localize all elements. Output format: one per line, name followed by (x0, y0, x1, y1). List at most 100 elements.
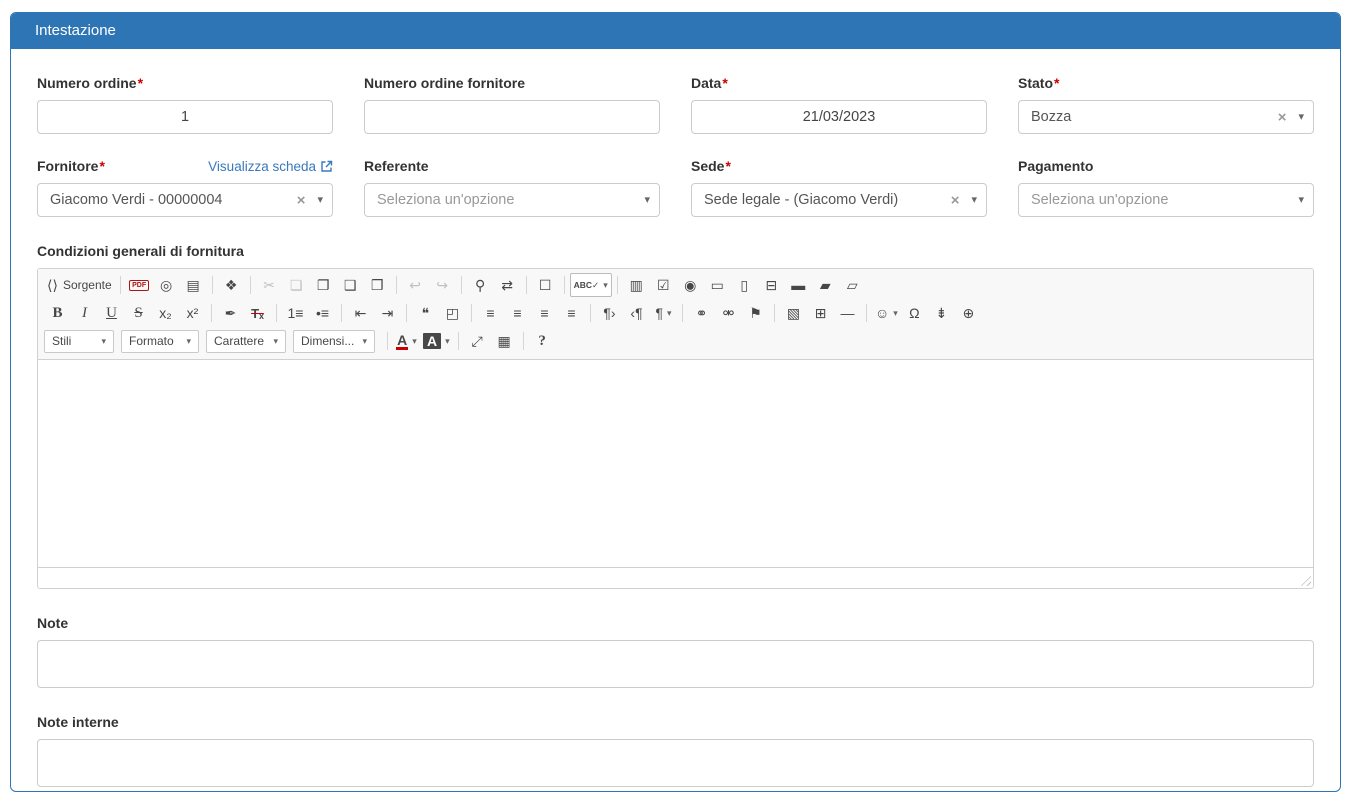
templates-icon[interactable]: ❖ (218, 273, 245, 297)
table-icon[interactable]: ⊞ (807, 301, 834, 325)
toolbar-separator (212, 276, 213, 294)
bidi-ltr-icon[interactable]: ¶› (596, 301, 623, 325)
div-container-icon[interactable]: ◰ (439, 301, 466, 325)
rich-text-editor: ⟨⟩SorgentePDF◎▤❖✂❏❐❑❒↩↪⚲⇄☐ABC✓▾▥☑◉▭▯⊟▬▰▱… (37, 268, 1314, 589)
align-right-icon[interactable]: ≡ (531, 301, 558, 325)
bulleted-list-icon[interactable]: •≡ (309, 301, 336, 325)
referente-select[interactable]: Seleziona un'opzione ▾ (364, 183, 660, 217)
align-center-icon[interactable]: ≡ (504, 301, 531, 325)
spellcheck-button[interactable]: ABC✓▾ (570, 273, 612, 297)
italic-icon[interactable]: I (71, 301, 98, 325)
blockquote-icon[interactable]: ❝ (412, 301, 439, 325)
align-left-icon[interactable]: ≡ (477, 301, 504, 325)
decrease-indent-icon[interactable]: ⇤ (347, 301, 374, 325)
numero-ordine-input[interactable] (37, 100, 333, 134)
page: Intestazione Numero ordine* Numero ordin… (0, 0, 1351, 804)
note-textarea[interactable] (37, 640, 1314, 688)
stato-select[interactable]: Bozza × ▾ (1018, 100, 1314, 134)
toolbar-separator (866, 304, 867, 322)
select-all-icon[interactable]: ☐ (532, 273, 559, 297)
align-justify-icon[interactable]: ≡ (558, 301, 585, 325)
label-text: Referente (364, 158, 429, 174)
image-icon[interactable]: ▧ (780, 301, 807, 325)
radio-button-icon[interactable]: ◉ (677, 273, 704, 297)
checkbox-icon[interactable]: ☑ (650, 273, 677, 297)
superscript-icon[interactable]: x² (179, 301, 206, 325)
image-button-icon[interactable]: ▰ (812, 273, 839, 297)
replace-icon[interactable]: ⇄ (494, 273, 521, 297)
button-field-icon[interactable]: ▬ (785, 273, 812, 297)
field-fornitore: Fornitore* Visualizza scheda Giacomo Ver… (37, 158, 333, 217)
pagamento-select[interactable]: Seleziona un'opzione ▾ (1018, 183, 1314, 217)
textarea-icon[interactable]: ▯ (731, 273, 758, 297)
hidden-field-icon[interactable]: ▱ (839, 273, 866, 297)
external-link-icon (320, 160, 333, 173)
chevron-down-icon[interactable]: ▾ (644, 195, 650, 206)
note-interne-textarea[interactable] (37, 739, 1314, 787)
format-dropdown[interactable]: Formato▾ (121, 330, 199, 353)
print-icon[interactable]: ▤ (180, 273, 207, 297)
copy-formatting-icon[interactable]: ✒ (217, 301, 244, 325)
toolbar-separator (590, 304, 591, 322)
smiley-icon[interactable]: ☺▾ (872, 301, 901, 325)
chevron-down-icon[interactable]: ▾ (1298, 112, 1304, 123)
clear-icon[interactable]: × (291, 193, 318, 208)
iframe-icon[interactable]: ⊕ (955, 301, 982, 325)
preview-icon[interactable]: ◎ (153, 273, 180, 297)
chevron-down-icon[interactable]: ▾ (1298, 195, 1304, 206)
unlink-icon[interactable]: ⚮ (715, 301, 742, 325)
link-icon[interactable]: ⚭ (688, 301, 715, 325)
field-referente: Referente Seleziona un'opzione ▾ (364, 158, 660, 217)
sede-select[interactable]: Sede legale - (Giacomo Verdi) × ▾ (691, 183, 987, 217)
background-color-icon[interactable]: A▾ (420, 329, 453, 353)
strikethrough-icon[interactable]: S (125, 301, 152, 325)
chevron-down-icon[interactable]: ▾ (317, 195, 323, 206)
editor-content-area[interactable] (38, 360, 1313, 567)
data-label: Data* (691, 75, 987, 91)
styles-dropdown[interactable]: Stili▾ (44, 330, 114, 353)
underline-icon[interactable]: U (98, 301, 125, 325)
remove-format-icon[interactable]: Tₓ (244, 301, 271, 325)
paste-from-word-icon[interactable]: ❒ (364, 273, 391, 297)
special-char-icon[interactable]: Ω (901, 301, 928, 325)
clear-icon[interactable]: × (945, 193, 972, 208)
font-size-dropdown[interactable]: Dimensi...▾ (293, 330, 375, 353)
toolbar-separator (211, 304, 212, 322)
horizontal-rule-icon[interactable]: ― (834, 301, 861, 325)
clear-icon[interactable]: × (1272, 110, 1299, 125)
data-input[interactable] (691, 100, 987, 134)
selection-field-icon[interactable]: ⊟ (758, 273, 785, 297)
chevron-down-icon[interactable]: ▾ (971, 195, 977, 206)
font-dropdown[interactable]: Carattere▾ (206, 330, 286, 353)
paste-as-text-icon[interactable]: ❑ (337, 273, 364, 297)
toolbar-separator (526, 276, 527, 294)
show-blocks-icon[interactable]: ▦ (491, 329, 518, 353)
paste-icon[interactable]: ❐ (310, 273, 337, 297)
intestazione-panel: Intestazione Numero ordine* Numero ordin… (10, 12, 1341, 792)
subscript-icon[interactable]: x₂ (152, 301, 179, 325)
export-pdf-icon[interactable]: PDF (126, 273, 153, 297)
source-button[interactable]: ⟨⟩Sorgente (44, 273, 115, 297)
about-icon[interactable]: ? (529, 329, 556, 353)
text-color-icon[interactable]: A▾ (393, 329, 420, 353)
bold-icon[interactable]: B (44, 301, 71, 325)
form-icon[interactable]: ▥ (623, 273, 650, 297)
fornitore-selected-value: Giacomo Verdi - 00000004 (50, 192, 291, 208)
find-icon[interactable]: ⚲ (467, 273, 494, 297)
required-asterisk: * (725, 158, 730, 174)
text-field-icon[interactable]: ▭ (704, 273, 731, 297)
maximize-icon[interactable]: ⤢ (464, 329, 491, 353)
page-break-icon[interactable]: ⇟ (928, 301, 955, 325)
fornitore-select[interactable]: Giacomo Verdi - 00000004 × ▾ (37, 183, 333, 217)
language-icon[interactable]: ¶▾ (650, 301, 677, 325)
numero-ordine-fornitore-label: Numero ordine fornitore (364, 75, 660, 91)
numbered-list-icon[interactable]: 1≡ (282, 301, 309, 325)
increase-indent-icon[interactable]: ⇥ (374, 301, 401, 325)
anchor-icon[interactable]: ⚑ (742, 301, 769, 325)
resize-handle[interactable] (1298, 573, 1311, 586)
visualizza-scheda-link[interactable]: Visualizza scheda (208, 159, 333, 174)
numero-ordine-fornitore-input[interactable] (364, 100, 660, 134)
pagamento-label: Pagamento (1018, 158, 1314, 174)
bidi-rtl-icon[interactable]: ‹¶ (623, 301, 650, 325)
stato-label: Stato* (1018, 75, 1314, 91)
